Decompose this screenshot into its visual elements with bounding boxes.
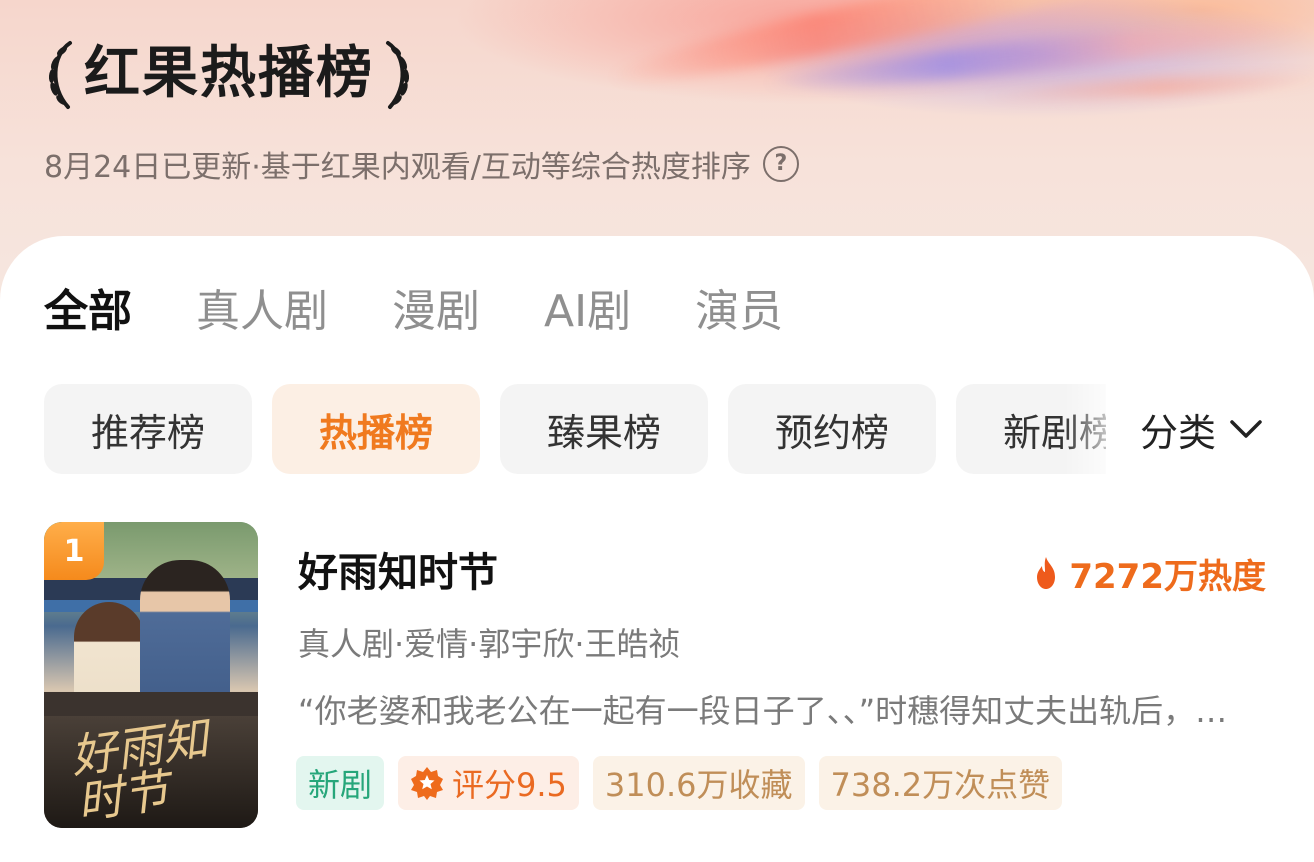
poster-calligraphy-title: 好雨知时节 bbox=[67, 711, 212, 828]
laurel-right-icon bbox=[386, 41, 410, 109]
rating-tag: 评分9.5 bbox=[398, 756, 579, 810]
content-card: 全部 真人剧 漫剧 AI剧 演员 推荐榜 热播榜 臻果榜 预约榜 新剧榜 分类 bbox=[0, 236, 1314, 862]
star-badge-icon bbox=[411, 767, 444, 800]
filter-label: 分类 bbox=[1140, 410, 1217, 455]
chip-premium[interactable]: 臻果榜 bbox=[500, 384, 708, 474]
tab-ai[interactable]: AI剧 bbox=[544, 278, 631, 346]
show-tags: 新剧 评分9.5 310.6万收藏 738.2万次点赞 bbox=[296, 756, 1063, 810]
flame-icon bbox=[1037, 557, 1056, 589]
favorites-tag: 310.6万收藏 bbox=[592, 756, 805, 810]
laurel-left-icon bbox=[48, 41, 72, 109]
title-row: 红果热播榜 bbox=[42, 36, 416, 112]
show-poster[interactable]: 好雨知时节 1 bbox=[44, 522, 258, 828]
list-item[interactable]: 好雨知时节 1 好雨知时节 7272万热度 真人剧·爱情·郭宇欣·王皓祯 “你老… bbox=[44, 522, 1274, 830]
decorative-streak bbox=[979, 68, 1314, 106]
new-drama-tag: 新剧 bbox=[296, 756, 385, 810]
heat-value: 7272万热度 bbox=[1069, 556, 1266, 597]
update-subtitle: 8月24日已更新·基于红果内观看/互动等综合热度排序 bbox=[44, 150, 751, 185]
tab-live-action[interactable]: 真人剧 bbox=[196, 278, 328, 346]
tab-actors[interactable]: 演员 bbox=[695, 278, 783, 346]
hot-chart-page: 红果热播榜 8月24日已更新·基于红果内观看/互动等综合热度排序 ? 全部 真人… bbox=[0, 0, 1314, 862]
ranking-chips: 推荐榜 热播榜 臻果榜 预约榜 新剧榜 分类 bbox=[44, 384, 1314, 474]
category-tabs: 全部 真人剧 漫剧 AI剧 演员 bbox=[44, 278, 847, 346]
chevron-down-icon bbox=[1230, 420, 1262, 438]
page-title: 红果热播榜 bbox=[84, 41, 374, 106]
heat-indicator: 7272万热度 bbox=[1033, 548, 1266, 598]
likes-tag: 738.2万次点赞 bbox=[818, 756, 1063, 810]
chip-reservation[interactable]: 预约榜 bbox=[728, 384, 936, 474]
tab-comic[interactable]: 漫剧 bbox=[392, 278, 480, 346]
chip-hot[interactable]: 热播榜 bbox=[272, 384, 480, 474]
show-description: “你老婆和我老公在一起有一段日子了、、”时穗得知丈夫出轨后，果断离婚 bbox=[298, 692, 1258, 730]
rating-label: 评分9.5 bbox=[452, 766, 567, 804]
scroll-fade bbox=[1064, 384, 1124, 474]
rank-badge: 1 bbox=[44, 522, 104, 580]
chip-scroller[interactable]: 推荐榜 热播榜 臻果榜 预约榜 新剧榜 bbox=[44, 384, 1106, 474]
show-title[interactable]: 好雨知时节 bbox=[298, 546, 498, 600]
question-circle-icon[interactable]: ? bbox=[762, 146, 799, 182]
show-meta: 真人剧·爱情·郭宇欣·王皓祯 bbox=[298, 625, 681, 663]
chip-recommended[interactable]: 推荐榜 bbox=[44, 384, 252, 474]
subtitle-row: 8月24日已更新·基于红果内观看/互动等综合热度排序 ? bbox=[44, 142, 799, 186]
tab-all[interactable]: 全部 bbox=[44, 278, 132, 346]
category-filter-button[interactable]: 分类 bbox=[1140, 384, 1262, 474]
